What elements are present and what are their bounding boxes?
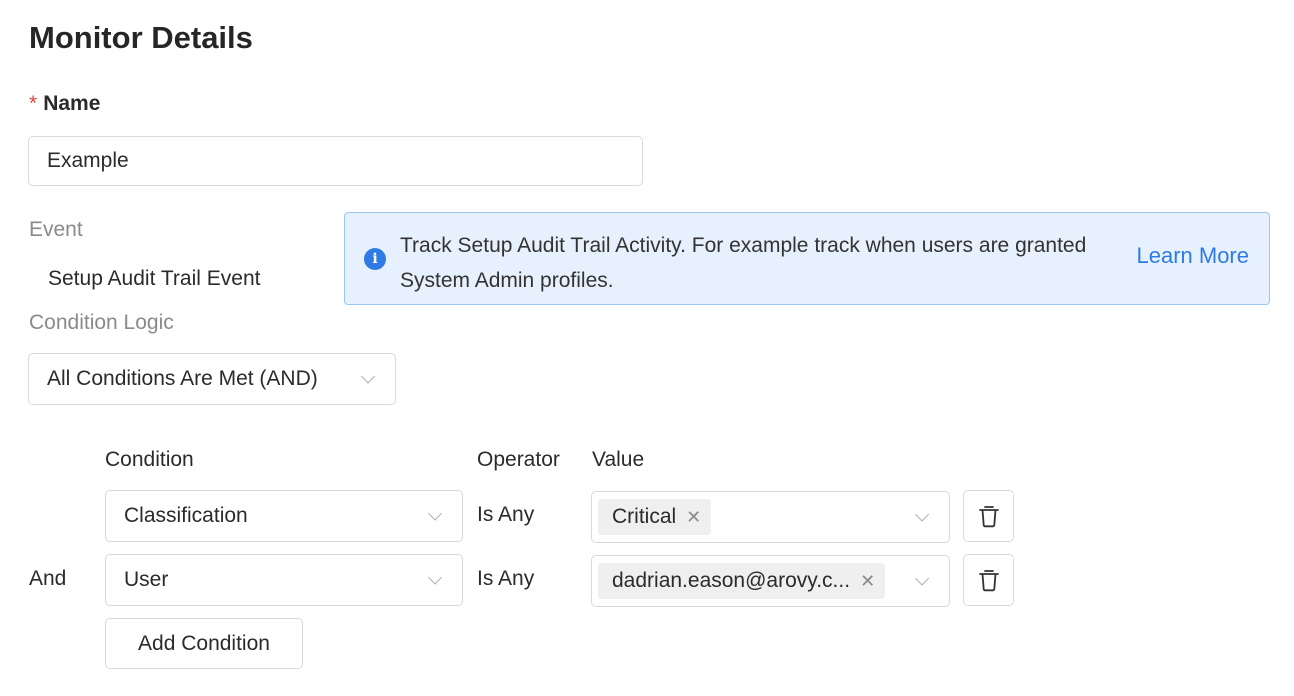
value-tag-label: dadrian.eason@arovy.c... bbox=[612, 569, 851, 592]
operator-text: Is Any bbox=[477, 567, 535, 590]
name-label: * Name bbox=[29, 92, 100, 116]
remove-tag-icon[interactable]: ✕ bbox=[860, 571, 875, 592]
condition-column-header: Condition bbox=[105, 448, 194, 471]
delete-condition-button[interactable] bbox=[963, 490, 1014, 542]
and-connector-label: And bbox=[29, 567, 67, 590]
chevron-down-icon bbox=[914, 571, 930, 586]
value-column-header: Value bbox=[592, 448, 645, 471]
operator-text: Is Any bbox=[477, 503, 535, 526]
chevron-down-icon bbox=[427, 506, 443, 521]
event-value: Setup Audit Trail Event bbox=[48, 267, 261, 290]
condition-select[interactable]: User bbox=[105, 554, 463, 606]
delete-condition-button[interactable] bbox=[963, 554, 1014, 606]
value-tag: dadrian.eason@arovy.c... ✕ bbox=[598, 563, 886, 599]
name-label-text: Name bbox=[43, 92, 101, 115]
condition-logic-value: All Conditions Are Met (AND) bbox=[47, 367, 318, 390]
condition-value: User bbox=[124, 568, 169, 591]
condition-logic-select[interactable]: All Conditions Are Met (AND) bbox=[28, 353, 396, 405]
trash-icon bbox=[978, 506, 999, 528]
operator-column-header: Operator bbox=[477, 448, 560, 471]
trash-icon bbox=[978, 570, 999, 592]
page-title: Monitor Details bbox=[29, 20, 253, 55]
name-input[interactable] bbox=[28, 136, 643, 186]
event-label: Event bbox=[29, 218, 83, 241]
required-marker: * bbox=[29, 92, 38, 115]
condition-select[interactable]: Classification bbox=[105, 490, 463, 542]
add-condition-button[interactable]: Add Condition bbox=[105, 618, 303, 669]
learn-more-link[interactable]: Learn More bbox=[1136, 243, 1249, 269]
value-tag: Critical ✕ bbox=[598, 499, 712, 535]
condition-logic-label: Condition Logic bbox=[29, 311, 174, 334]
value-multiselect[interactable]: dadrian.eason@arovy.c... ✕ bbox=[591, 555, 950, 607]
chevron-down-icon bbox=[360, 369, 376, 384]
info-banner-text: Track Setup Audit Trail Activity. For ex… bbox=[400, 234, 1087, 292]
value-tag-label: Critical bbox=[612, 505, 677, 528]
chevron-down-icon bbox=[914, 507, 930, 522]
condition-value: Classification bbox=[124, 504, 248, 527]
value-multiselect[interactable]: Critical ✕ bbox=[591, 491, 950, 543]
info-banner: i Track Setup Audit Trail Activity. For … bbox=[344, 212, 1270, 305]
remove-tag-icon[interactable]: ✕ bbox=[686, 507, 701, 528]
info-icon: i bbox=[364, 248, 386, 270]
chevron-down-icon bbox=[427, 570, 443, 585]
